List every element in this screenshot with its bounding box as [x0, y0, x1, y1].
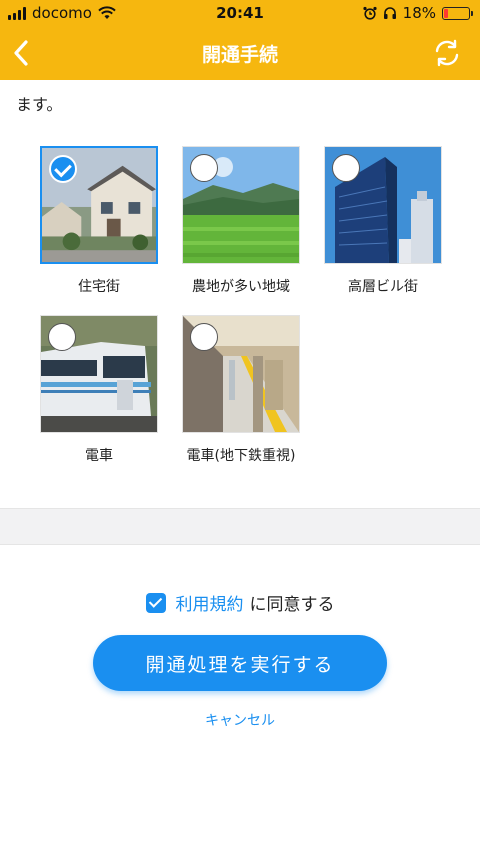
terms-link[interactable]: 利用規約: [176, 590, 244, 615]
radio-unselected-icon[interactable]: [190, 323, 218, 351]
battery-percent: 18%: [402, 4, 436, 22]
agree-suffix: に同意する: [249, 595, 335, 615]
status-bar: docomo 20:41 18%: [0, 0, 480, 27]
intro-text: ます。: [16, 66, 466, 120]
radio-unselected-icon[interactable]: [190, 154, 218, 182]
section-divider: [0, 508, 480, 545]
agree-checkbox[interactable]: [145, 592, 166, 613]
option-train[interactable]: 電車: [40, 315, 158, 465]
battery-icon: [442, 6, 473, 20]
residential-photo[interactable]: [40, 146, 158, 264]
radio-unselected-icon[interactable]: [332, 154, 360, 182]
selected-check-icon[interactable]: [49, 155, 77, 183]
cancel-link[interactable]: キャンセル: [0, 710, 480, 730]
subway-photo[interactable]: [182, 315, 300, 433]
option-label: 農地が多い地域: [192, 279, 290, 295]
alarm-icon: [363, 6, 377, 20]
farmland-photo[interactable]: [182, 146, 300, 264]
option-residential[interactable]: 住宅街: [40, 146, 158, 296]
radio-unselected-icon[interactable]: [48, 323, 76, 351]
refresh-icon[interactable]: [432, 38, 462, 68]
option-label: 電車: [85, 448, 113, 464]
option-farmland[interactable]: 農地が多い地域: [182, 146, 300, 296]
option-label: 住宅街: [78, 279, 120, 295]
intro-line: ます。: [16, 95, 63, 114]
option-label: 高層ビル街: [348, 279, 418, 295]
option-label: 電車(地下鉄重視): [186, 448, 296, 464]
train-photo[interactable]: [40, 315, 158, 433]
terms-agreement[interactable]: 利用規約 に同意する: [0, 590, 480, 615]
execute-activation-button[interactable]: 開通処理を実行する: [93, 635, 387, 691]
status-right: 18%: [363, 4, 473, 22]
page-title: 開通手続: [201, 44, 278, 66]
highrise-photo[interactable]: [324, 146, 442, 264]
option-subway[interactable]: 電車(地下鉄重視): [182, 315, 300, 465]
headphones-icon: [383, 7, 396, 19]
option-highrise[interactable]: 高層ビル街: [324, 146, 442, 296]
